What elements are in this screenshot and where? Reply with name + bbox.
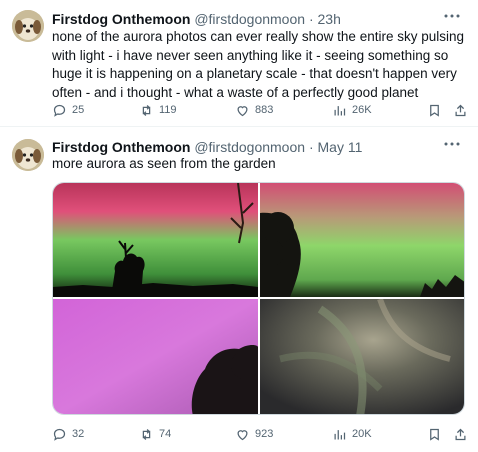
repost-icon [142,104,151,116]
heart-icon [237,105,248,116]
bookmark-icon [430,104,439,117]
tweet-actions: 32 74 923 20K [52,424,468,444]
share-button[interactable] [453,424,468,444]
more-dots-icon[interactable] [442,10,462,28]
tweet[interactable]: Firstdog Onthemoon @firstdogonmoon · 23h… [0,0,478,126]
share-icon [455,428,466,440]
reply-button[interactable]: 32 [52,424,84,444]
views-icon [334,105,346,115]
bookmark-button[interactable] [427,424,442,444]
tweet-header: Firstdog Onthemoon @firstdogonmoon · 23h [52,10,464,28]
like-button[interactable]: 883 [235,100,273,120]
views-count: 26K [352,104,372,116]
repost-icon [142,428,151,440]
aurora-photo-4[interactable] [260,299,464,414]
media-grid [52,182,465,415]
aurora-photo-3[interactable] [53,299,258,414]
aurora-photo-1[interactable] [53,183,258,297]
reply-icon [53,428,66,441]
views-button[interactable]: 20K [332,424,372,444]
like-count: 923 [255,428,274,440]
share-icon [455,104,466,116]
views-icon [334,429,346,439]
reply-count: 25 [72,104,85,116]
bookmark-icon [430,428,439,441]
tweet-header: Firstdog Onthemoon @firstdogonmoon · May… [52,138,464,156]
heart-icon [237,429,248,440]
author-name[interactable]: Firstdog Onthemoon [52,11,190,27]
repost-button[interactable]: 74 [139,424,171,444]
reply-button[interactable]: 25 [52,100,84,120]
aurora-photo-2[interactable] [260,183,464,297]
share-button[interactable] [453,100,468,120]
tweet[interactable]: Firstdog Onthemoon @firstdogonmoon · May… [0,127,478,452]
timestamp[interactable]: May 11 [318,139,363,155]
like-count: 883 [255,104,274,116]
separator-dot: · [308,139,314,155]
like-button[interactable]: 923 [235,424,273,444]
avatar[interactable] [12,10,44,42]
views-button[interactable]: 26K [332,100,372,120]
reply-icon [53,104,66,117]
tweet-text: more aurora as seen from the garden [52,156,276,171]
more-dots-icon[interactable] [442,138,462,156]
bookmark-button[interactable] [427,100,442,120]
author-handle[interactable]: @firstdogonmoon [194,139,305,155]
tweet-text: none of the aurora photos can ever reall… [52,29,464,100]
repost-count: 74 [159,428,172,440]
separator-dot: · [308,11,314,27]
author-name[interactable]: Firstdog Onthemoon [52,139,190,155]
repost-button[interactable]: 119 [139,100,177,120]
author-handle[interactable]: @firstdogonmoon [194,11,305,27]
reply-count: 32 [72,428,85,440]
tweet-actions: 25 119 883 26K [52,100,468,120]
repost-count: 119 [159,104,177,116]
avatar[interactable] [12,139,44,171]
views-count: 20K [352,428,372,440]
timestamp[interactable]: 23h [318,11,341,27]
